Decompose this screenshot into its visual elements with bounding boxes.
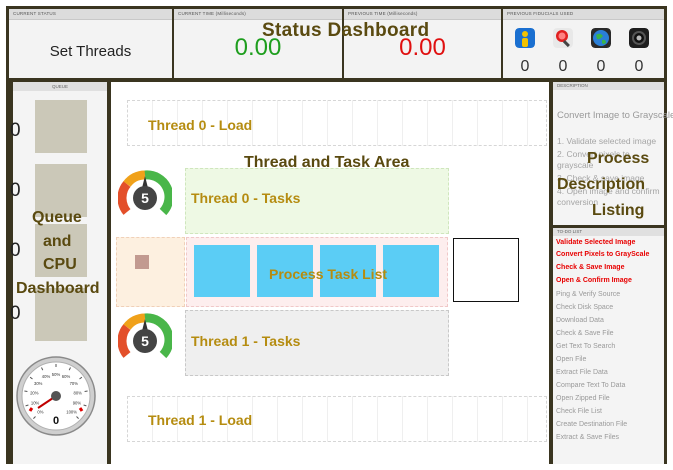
cpu-speedometer: 0% 10% 20% 30% 40% 50% 60% 70% 80% 90% 100% 0	[16, 356, 96, 436]
thread0-cpu-gauge: 5	[118, 170, 172, 216]
todo-item[interactable]: Get Text To Search	[556, 342, 615, 351]
fiducial-count: 0	[596, 58, 606, 75]
thread0-gauge-value: 5	[141, 190, 149, 206]
todo-item-active[interactable]: Validate Selected Image	[556, 238, 635, 247]
current-status-header: CURRENT STATUS	[9, 9, 172, 20]
fiducial-count: 0	[520, 58, 530, 75]
thread1-load-label: Thread 1 - Load	[148, 412, 253, 428]
process-description-label-line: Process	[587, 150, 650, 167]
status-dashboard-label: Status Dashboard	[262, 20, 430, 41]
todo-item[interactable]: Extract File Data	[556, 368, 608, 377]
thread1-cpu-gauge: 5	[118, 313, 172, 359]
description-step: 1. Validate selected image	[557, 136, 657, 146]
todo-item[interactable]: Check & Save File	[556, 329, 614, 338]
speedometer-scale-label: 90%	[73, 401, 82, 406]
task-block[interactable]	[194, 245, 250, 297]
queue-count: 0	[10, 240, 21, 261]
magnifier-icon	[553, 28, 573, 48]
todo-item[interactable]: Open File	[556, 355, 586, 364]
queue-cpu-label-line: CPU	[43, 256, 77, 273]
cpu-slot	[116, 237, 185, 307]
thread0-tasks-label: Thread 0 - Tasks	[191, 190, 301, 206]
task-block[interactable]	[383, 245, 439, 297]
process-description-label-line: Listing	[592, 202, 645, 219]
todo-item[interactable]: Open Zipped File	[556, 394, 610, 403]
todo-item[interactable]: Ping & Verify Source	[556, 290, 620, 299]
queue-count: 0	[10, 180, 21, 201]
thread1-gauge-value: 5	[141, 333, 149, 349]
queue-slot	[35, 100, 87, 153]
fiducial-count: 0	[558, 58, 568, 75]
speedometer-scale-label: 20%	[30, 390, 39, 395]
todo-item[interactable]: Extract & Save Files	[556, 433, 619, 442]
fiducial-count: 0	[634, 58, 644, 75]
speedometer-scale-label: 80%	[74, 390, 83, 395]
todo-list-panel: TO-DO LIST Validate Selected Image Conve…	[553, 228, 664, 464]
fiducials-header: PREVIOUS FIDUCIALS USED	[503, 9, 664, 20]
process-description-label-line: Description	[557, 176, 646, 193]
set-threads-button[interactable]: Set Threads	[9, 43, 172, 60]
speedometer-scale-label: 70%	[70, 381, 79, 386]
speedometer-scale-label: 50%	[52, 372, 61, 377]
queue-cpu-label-line: Dashboard	[16, 280, 100, 297]
drop-target-slot[interactable]	[453, 238, 519, 302]
thread1-tasks-label: Thread 1 - Tasks	[191, 333, 301, 349]
speedometer-scale-label: 30%	[34, 381, 43, 386]
queue-cpu-label-line: and	[43, 233, 72, 250]
current-status-cell: CURRENT STATUS Set Threads	[9, 9, 172, 78]
todo-item-active[interactable]: Check & Save Image	[556, 263, 624, 272]
description-header: DESCRIPTION	[553, 82, 664, 90]
speedometer-scale-label: 40%	[42, 374, 51, 379]
description-title: Convert Image to Grayscale:	[557, 110, 673, 121]
todo-item[interactable]: Download Data	[556, 316, 604, 325]
queue-count: 0	[10, 303, 21, 324]
camera-icon	[629, 28, 649, 48]
todo-item[interactable]: Create Destination File	[556, 420, 627, 429]
speedometer-scale-label: 100%	[66, 409, 77, 414]
queue-header: QUEUE	[13, 82, 107, 91]
todo-item[interactable]: Check Disk Space	[556, 303, 613, 312]
todo-item-active[interactable]: Open & Confirm Image	[556, 276, 632, 285]
todo-header: TO-DO LIST	[553, 228, 664, 236]
cpu-speedometer-value: 0	[53, 415, 59, 427]
process-task-list-label: Process Task List	[269, 266, 388, 282]
todo-item[interactable]: Check File List	[556, 407, 602, 416]
cpu-task-marker	[135, 255, 149, 269]
speedometer-scale-label: 0%	[37, 409, 43, 414]
speedometer-tick	[24, 390, 28, 392]
speedometer-tick	[84, 390, 88, 392]
queue-count: 0	[10, 120, 21, 141]
thread0-load-label: Thread 0 - Load	[148, 117, 253, 133]
todo-item-active[interactable]: Convert Pixels to GrayScale	[556, 250, 649, 259]
fiducials-cell: PREVIOUS FIDUCIALS USED 0 0 0 0	[503, 9, 664, 78]
todo-item[interactable]: Compare Text To Data	[556, 381, 625, 390]
previous-time-header: PREVIOUS TIME (Milliseconds)	[344, 9, 501, 20]
person-icon	[515, 28, 535, 48]
queue-cpu-label-line: Queue	[32, 209, 82, 226]
globe-icon	[591, 28, 611, 48]
current-time-header: CURRENT TIME (Milliseconds)	[174, 9, 342, 20]
speedometer-scale-label: 10%	[31, 401, 40, 406]
speedometer-scale-label: 60%	[62, 374, 71, 379]
